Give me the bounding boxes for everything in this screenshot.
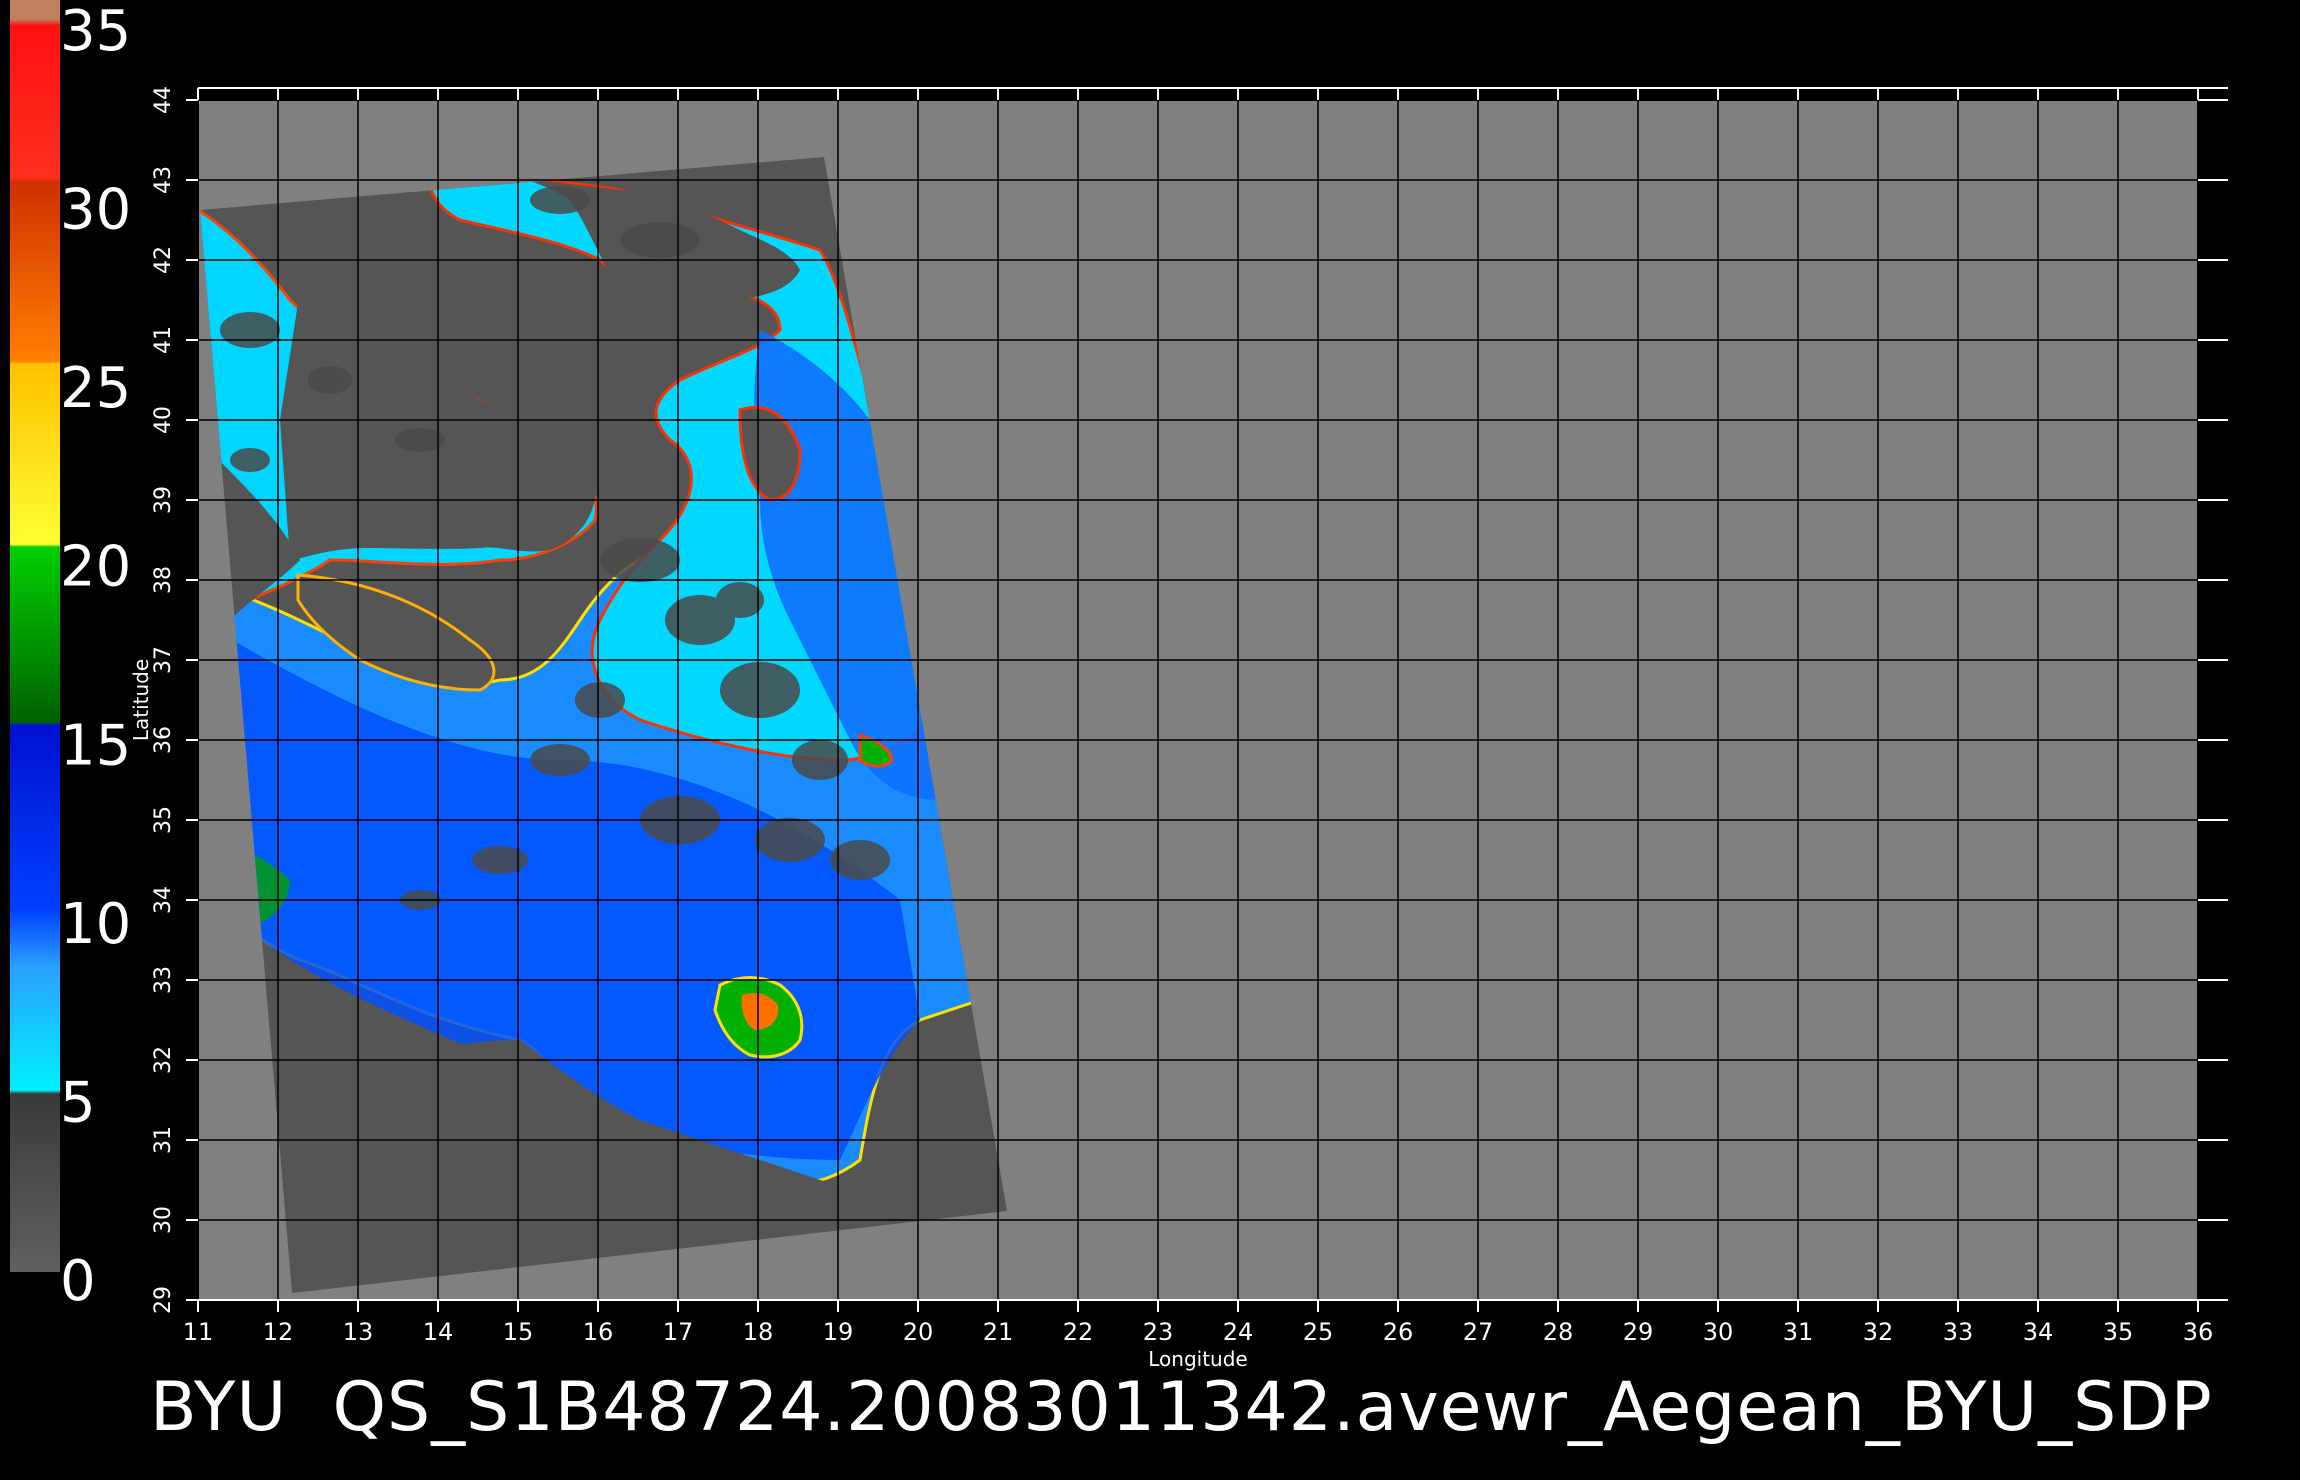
lon-tick-label: 11 <box>183 1318 214 1346</box>
y-axis-label: Latitude <box>129 659 153 741</box>
lon-tick-label: 13 <box>343 1318 374 1346</box>
map-figure: 0 5 10 15 20 25 30 35 11 12 13 14 15 16 17 18 1… <box>10 0 2228 1371</box>
lon-tick-label: 31 <box>1783 1318 1814 1346</box>
product-title: BYU QS_S1B48724.20083011342.avewr_Aegean… <box>150 1368 2213 1447</box>
lat-tick-label: 33 <box>151 966 176 994</box>
lon-tick-label: 20 <box>903 1318 934 1346</box>
lat-tick-label: 34 <box>151 886 176 914</box>
lon-tick-label: 18 <box>743 1318 774 1346</box>
lon-tick-label: 14 <box>423 1318 454 1346</box>
lon-tick-label: 21 <box>983 1318 1014 1346</box>
lon-tick-label: 16 <box>583 1318 614 1346</box>
lon-tick-label: 19 <box>823 1318 854 1346</box>
lon-tick-label: 35 <box>2103 1318 2134 1346</box>
lon-tick-label: 26 <box>1383 1318 1414 1346</box>
lat-tick-label: 42 <box>151 246 176 274</box>
colorbar-labels: 0 5 10 15 20 25 30 35 <box>60 0 131 1314</box>
lat-tick-label: 38 <box>151 566 176 594</box>
lat-tick-label: 40 <box>151 406 176 434</box>
lat-tick-label: 31 <box>151 1126 176 1154</box>
colorbar-tick-label: 35 <box>60 0 131 64</box>
lon-tick-label: 30 <box>1703 1318 1734 1346</box>
lon-tick-label: 29 <box>1623 1318 1654 1346</box>
lon-tick-label: 34 <box>2023 1318 2054 1346</box>
colorbar-tick-label: 25 <box>60 356 131 421</box>
lat-tick-label: 39 <box>151 486 176 514</box>
lon-tick-label: 25 <box>1303 1318 1334 1346</box>
lon-tick-label: 27 <box>1463 1318 1494 1346</box>
lat-tick-label: 35 <box>151 806 176 834</box>
lon-tick-label: 32 <box>1863 1318 1894 1346</box>
lat-tick-label: 29 <box>151 1286 176 1314</box>
colorbar-tick-label: 20 <box>60 535 131 600</box>
lat-tick-label: 44 <box>151 86 176 114</box>
colorbar-ramp <box>10 0 60 1272</box>
lon-tick-label: 17 <box>663 1318 694 1346</box>
lon-tick-label: 15 <box>503 1318 534 1346</box>
colorbar-tick-label: 5 <box>60 1070 96 1135</box>
latitude-tick-labels: 29 30 31 32 33 34 35 36 37 38 39 40 41 42 43 44 <box>151 86 176 1314</box>
longitude-tick-labels: 11 12 13 14 15 16 17 18 19 20 21 22 23 24 25 26 27 28 29 30… <box>183 1318 2214 1346</box>
lon-tick-label: 22 <box>1063 1318 1094 1346</box>
lon-tick-label: 23 <box>1143 1318 1174 1346</box>
lat-tick-label: 32 <box>151 1046 176 1074</box>
lat-tick-label: 36 <box>151 726 176 754</box>
colorbar-tick-label: 15 <box>60 713 131 778</box>
lon-tick-label: 12 <box>263 1318 294 1346</box>
lat-tick-label: 43 <box>151 166 176 194</box>
colorbar-tick-label: 30 <box>60 178 131 243</box>
colorbar-tick-label: 10 <box>60 892 131 957</box>
lat-tick-label: 30 <box>151 1206 176 1234</box>
colorbar-tick-label: 0 <box>60 1249 96 1314</box>
lat-tick-label: 41 <box>151 326 176 354</box>
lon-tick-label: 33 <box>1943 1318 1974 1346</box>
lon-tick-label: 24 <box>1223 1318 1254 1346</box>
lat-tick-label: 37 <box>151 646 176 674</box>
lon-tick-label: 36 <box>2183 1318 2214 1346</box>
lon-tick-label: 28 <box>1543 1318 1574 1346</box>
